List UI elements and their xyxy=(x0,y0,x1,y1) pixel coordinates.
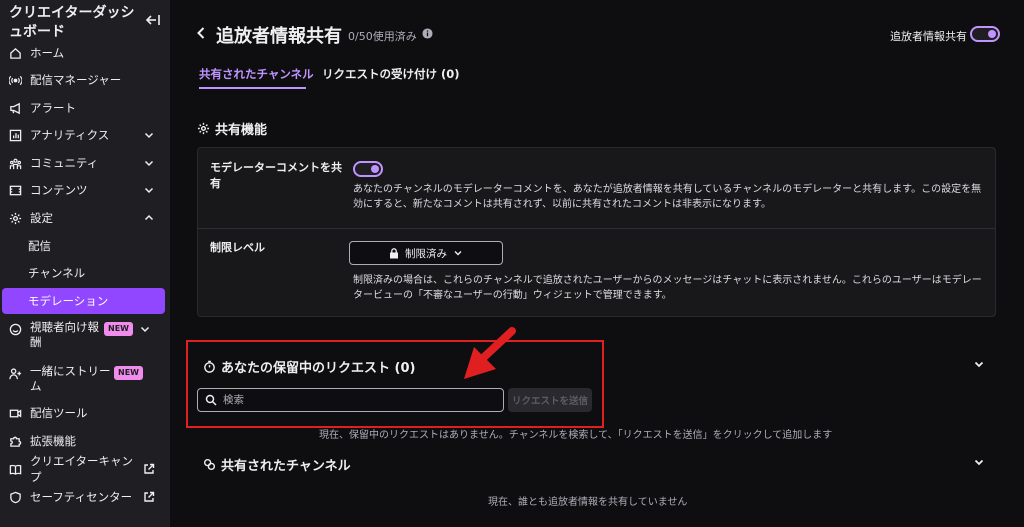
add-user-icon xyxy=(8,366,22,380)
sidebar-item-label: セーフティセンター xyxy=(30,490,133,504)
new-badge: NEW xyxy=(104,322,133,336)
ban-sharing-toggle[interactable] xyxy=(970,26,1000,42)
sidebar-item-extensions[interactable]: 拡張機能 xyxy=(2,428,165,454)
chevron-down-icon xyxy=(144,132,154,139)
analytics-icon xyxy=(8,128,22,142)
gear-icon xyxy=(8,211,22,225)
sharing-heading-text: 共有機能 xyxy=(215,123,268,138)
ban-sharing-toggle-label: 追放者情報共有 xyxy=(890,30,967,43)
collapse-sidebar-icon[interactable] xyxy=(144,11,162,29)
sidebar-item-label: コンテンツ xyxy=(30,183,88,197)
external-link-icon xyxy=(144,491,155,502)
send-request-button[interactable]: リクエストを送信 xyxy=(508,388,592,412)
sidebar-item-label: チャンネル xyxy=(28,266,86,280)
sidebar-item-moderation[interactable]: モデレーション xyxy=(2,288,165,314)
sidebar: クリエイターダッシュボード ホーム 配信マネージャー アラート アナリティクス … xyxy=(0,0,170,527)
tab-incoming-requests[interactable]: リクエストの受け付け (0) xyxy=(322,66,460,82)
content-icon xyxy=(8,183,22,197)
sidebar-item-stream-manager[interactable]: 配信マネージャー xyxy=(2,67,165,93)
sidebar-title: クリエイターダッシュボード xyxy=(9,5,135,40)
sidebar-item-label: コミュニティ xyxy=(30,156,99,170)
sidebar-item-label: アナリティクス xyxy=(30,128,110,142)
usage-count: 0/50使用済み xyxy=(348,30,417,43)
search-input[interactable] xyxy=(223,394,503,406)
sidebar-item-broadcast-tools[interactable]: 配信ツール xyxy=(2,400,165,426)
main-content: 追放者情報共有 0/50使用済み 追放者情報共有 共有されたチャンネル リクエス… xyxy=(170,0,1024,527)
new-badge: NEW xyxy=(114,366,143,380)
sidebar-item-label: 配信 xyxy=(28,239,51,253)
mod-comment-toggle[interactable] xyxy=(353,161,383,177)
link-icon xyxy=(203,458,216,471)
highlight-box xyxy=(186,340,604,428)
chevron-down-icon xyxy=(140,326,150,333)
pending-requests-heading: あなたの保留中のリクエスト (0) xyxy=(203,357,415,376)
sidebar-item-label: 設定 xyxy=(30,211,53,225)
red-arrow-annotation xyxy=(464,327,516,379)
sidebar-item-content[interactable]: コンテンツ xyxy=(2,177,165,203)
restriction-level-label: 制限レベル xyxy=(210,241,265,254)
camera-icon xyxy=(8,406,22,420)
sidebar-item-label: 拡張機能 xyxy=(30,434,76,448)
sidebar-item-creator-camp[interactable]: クリエイターキャンプ xyxy=(2,454,165,484)
home-icon xyxy=(8,46,22,60)
sidebar-item-viewer-rewards[interactable]: 視聴者向け報酬 NEW xyxy=(2,320,165,354)
mod-comment-label: モデレーターコメントを共有 xyxy=(210,161,342,190)
external-link-icon xyxy=(144,463,155,474)
chevron-down-icon xyxy=(144,187,154,194)
chevron-down-icon xyxy=(144,160,154,167)
broadcast-icon xyxy=(8,73,22,87)
sidebar-item-home[interactable]: ホーム xyxy=(2,40,165,66)
shield-icon xyxy=(8,490,22,504)
puzzle-icon xyxy=(8,434,22,448)
timer-icon xyxy=(204,360,215,373)
chevron-up-icon xyxy=(144,214,154,221)
sidebar-item-analytics[interactable]: アナリティクス xyxy=(2,122,165,148)
sidebar-item-safety-center[interactable]: セーフティセンター xyxy=(2,484,165,510)
sidebar-item-label: 視聴者向け報酬 xyxy=(30,320,99,349)
tab-shared-channels[interactable]: 共有されたチャンネル xyxy=(199,66,314,82)
page-title: 追放者情報共有 xyxy=(216,26,342,47)
community-icon xyxy=(8,156,22,170)
megaphone-icon xyxy=(8,101,22,115)
pending-heading-text: あなたの保留中のリクエスト (0) xyxy=(221,361,416,376)
shared-empty-text: 現在、誰とも追放者情報を共有していません xyxy=(488,497,688,508)
book-icon xyxy=(8,462,22,476)
divider xyxy=(198,228,995,229)
gear-icon xyxy=(197,122,210,135)
restriction-level-dropdown[interactable]: 制限済み xyxy=(349,241,503,265)
restriction-level-value: 制限済み xyxy=(405,247,447,260)
sidebar-item-settings[interactable]: 設定 xyxy=(2,205,165,231)
sharing-section-heading: 共有機能 xyxy=(197,119,267,138)
back-chevron-icon[interactable] xyxy=(195,26,207,40)
active-tab-indicator xyxy=(199,87,306,89)
chevron-down-icon[interactable] xyxy=(973,456,985,468)
sidebar-item-settings-stream[interactable]: 配信 xyxy=(2,233,165,259)
sidebar-item-community[interactable]: コミュニティ xyxy=(2,150,165,176)
sidebar-item-label: 配信マネージャー xyxy=(30,73,122,87)
sidebar-item-label: モデレーション xyxy=(28,294,109,308)
sidebar-item-label: アラート xyxy=(30,101,76,115)
pending-empty-text: 現在、保留中のリクエストはありません。チャンネルを検索して、「リクエストを送信」… xyxy=(319,430,833,441)
sharing-panel: モデレーターコメントを共有 あなたのチャンネルのモデレーターコメントを、あなたが… xyxy=(197,147,996,317)
shared-heading-text: 共有されたチャンネル xyxy=(221,459,351,474)
channel-search-field[interactable] xyxy=(197,388,504,412)
sidebar-item-label: クリエイターキャンプ xyxy=(30,454,134,484)
restriction-level-description: 制限済みの場合は、これらのチャンネルで追放されたユーザーからのメッセージはチャッ… xyxy=(353,275,982,301)
chevron-down-icon xyxy=(454,251,462,256)
sidebar-item-label: ホーム xyxy=(30,46,65,60)
sidebar-item-alerts[interactable]: アラート xyxy=(2,95,165,121)
mod-comment-description: あなたのチャンネルのモデレーターコメントを、あなたが追放者情報を共有しているチャ… xyxy=(353,184,982,210)
sidebar-item-settings-channel[interactable]: チャンネル xyxy=(2,260,165,286)
app-root: クリエイターダッシュボード ホーム 配信マネージャー アラート アナリティクス … xyxy=(0,0,1024,527)
sidebar-item-stream-together[interactable]: 一緒にストリーム NEW xyxy=(2,364,165,398)
rewards-icon xyxy=(8,322,22,336)
chevron-down-icon[interactable] xyxy=(973,358,985,370)
shared-channels-heading: 共有されたチャンネル xyxy=(203,455,351,474)
search-icon xyxy=(205,394,217,406)
sidebar-item-label: 配信ツール xyxy=(30,406,88,420)
sidebar-item-label: 一緒にストリーム xyxy=(30,364,111,393)
lock-icon xyxy=(390,247,398,258)
info-icon[interactable] xyxy=(422,28,433,39)
